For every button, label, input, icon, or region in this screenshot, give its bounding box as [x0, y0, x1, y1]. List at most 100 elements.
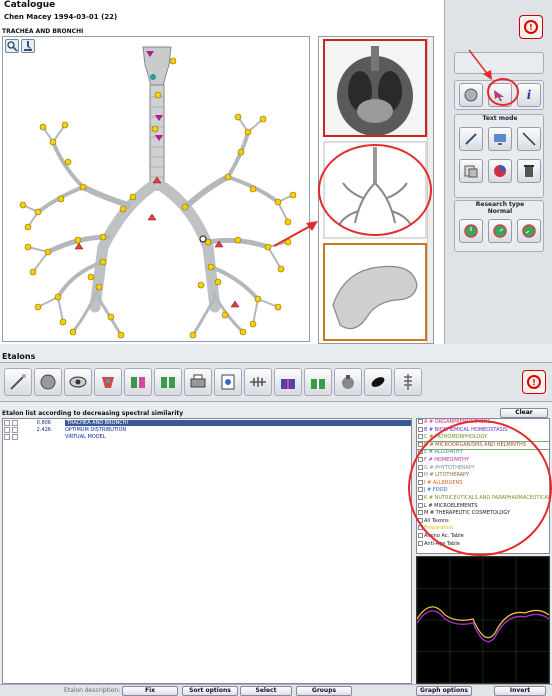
tools-panel: ! i Text mode Research type Normal	[444, 0, 552, 344]
research-button-2[interactable]	[488, 219, 512, 243]
row-checkbox[interactable]	[4, 434, 10, 440]
needle-icon	[522, 132, 536, 146]
alarm-button[interactable]: !	[519, 15, 543, 39]
catalogue-title: Catalogue	[4, 0, 56, 10]
arrow-annotation-icon	[468, 49, 492, 80]
groups-button[interactable]: Groups	[296, 686, 352, 696]
research-type-value: Normal	[487, 208, 513, 215]
highlight-circle	[318, 144, 432, 236]
cube-view-button[interactable]	[459, 83, 483, 107]
alarm-button[interactable]: !	[522, 370, 546, 394]
etalon-button-3[interactable]	[64, 368, 92, 396]
research-type-group: Research type Normal	[454, 200, 544, 252]
etalon-button-2[interactable]	[34, 368, 62, 396]
row-checkbox[interactable]	[12, 427, 18, 433]
trash-icon	[524, 165, 534, 177]
etalon-description-label: Etalon description:	[64, 687, 121, 694]
sort-options-button[interactable]: Sort options	[182, 686, 238, 696]
etalons-title: Etalons	[2, 352, 36, 361]
table-row[interactable]: 2.426 OPTIMUM DISTRIBUTION	[3, 427, 411, 433]
etalon-button-12[interactable]	[334, 368, 362, 396]
category-checkbox[interactable]	[418, 434, 423, 440]
etalon-name: OPTIMUM DISTRIBUTION	[65, 427, 127, 433]
etalon-button-6[interactable]	[154, 368, 182, 396]
similarity-value: 2.426	[36, 427, 51, 433]
etalon-button-14[interactable]	[394, 368, 422, 396]
etalon-button-8[interactable]	[214, 368, 242, 396]
category-checkbox[interactable]	[418, 419, 423, 424]
category-checkbox[interactable]	[418, 540, 423, 546]
eye-icon	[69, 376, 87, 388]
select-button[interactable]: Select	[240, 686, 292, 696]
etalon-name: TRACHEA AND BRONCHI	[65, 420, 411, 426]
alert-icon: !	[527, 375, 541, 389]
reports-button[interactable]	[459, 159, 483, 183]
pen-icon	[465, 133, 477, 145]
category-checkbox[interactable]	[418, 426, 423, 432]
text-mode-group: Text mode	[454, 114, 544, 198]
table-row[interactable]: 0.806 TRACHEA AND BRONCHI	[3, 420, 411, 426]
virus-icon	[161, 377, 175, 388]
capsule-icon	[371, 377, 385, 387]
etalon-list-header: Etalon list according to decreasing spec…	[2, 410, 184, 417]
etalon-button-11[interactable]	[304, 368, 332, 396]
trash-button[interactable]	[517, 159, 541, 183]
pancreas-thumbnail-icon	[325, 245, 425, 339]
organ-name: TRACHEA AND BRONCHI	[2, 28, 84, 35]
research-type-label: Research type	[475, 201, 525, 208]
gift-green-icon	[311, 379, 325, 389]
table-row[interactable]: VIRTUAL MODEL	[3, 434, 411, 440]
spectrum-graph	[416, 556, 550, 684]
etalons-toolbar: !	[0, 362, 552, 402]
etalon-button-10[interactable]	[274, 368, 302, 396]
etalon-button-5[interactable]	[124, 368, 152, 396]
row-checkbox[interactable]	[12, 434, 18, 440]
chemistry-icon	[131, 377, 145, 388]
alert-icon: !	[524, 20, 538, 34]
document-icon	[221, 374, 235, 390]
needle-button[interactable]	[517, 127, 541, 151]
category-checkbox[interactable]	[418, 532, 423, 538]
research-button-3[interactable]	[517, 219, 541, 243]
etalon-button-4[interactable]	[94, 368, 122, 396]
clock-icon	[493, 224, 507, 238]
clear-button[interactable]: Clear	[500, 408, 548, 418]
text-mode-label: Text mode	[482, 115, 518, 122]
meter-icon	[342, 375, 354, 389]
color-wheel-button[interactable]	[488, 159, 512, 183]
info-button[interactable]: i	[517, 83, 541, 107]
research-button-1[interactable]	[459, 219, 483, 243]
monitor-icon	[494, 134, 506, 145]
row-checkbox[interactable]	[4, 420, 10, 426]
pen-button[interactable]	[459, 127, 483, 151]
row-checkbox[interactable]	[12, 420, 18, 426]
thumbnail-pancreas[interactable]	[323, 243, 427, 341]
fix-button[interactable]: Fix	[122, 686, 178, 696]
scan-tool-button[interactable]	[4, 368, 32, 396]
bronchial-tree-image	[19, 46, 297, 339]
sphere-icon	[464, 88, 478, 102]
sphere-icon	[40, 374, 56, 390]
highlight-circle	[487, 78, 519, 106]
color-wheel-icon	[494, 165, 506, 177]
tree-icon	[250, 377, 266, 387]
invert-button[interactable]: Invert	[494, 686, 546, 696]
bottom-bar: Etalon description: Fix Sort options Sel…	[0, 684, 552, 696]
wand-icon	[10, 374, 26, 390]
clock-icon	[464, 224, 478, 238]
organ-icon	[102, 377, 114, 388]
similarity-value: 0.806	[36, 420, 51, 426]
screen-button[interactable]	[488, 127, 512, 151]
spectrum-chart	[416, 556, 550, 684]
gift-icon	[281, 379, 295, 389]
thumbnail-torso[interactable]	[323, 39, 427, 137]
etalon-button-7[interactable]	[184, 368, 212, 396]
torso-scan-icon	[325, 41, 425, 136]
catalogue-panel: Catalogue Chen Macey 1994-03-01 (22) TRA…	[0, 0, 552, 344]
etalon-button-13[interactable]	[364, 368, 392, 396]
etalon-list[interactable]: 0.806 TRACHEA AND BRONCHI 2.426 OPTIMUM …	[2, 418, 412, 684]
organ-3d-view[interactable]	[2, 36, 310, 342]
etalon-button-9[interactable]	[244, 368, 272, 396]
row-checkbox[interactable]	[4, 427, 10, 433]
graph-options-button[interactable]: Graph options	[416, 686, 472, 696]
